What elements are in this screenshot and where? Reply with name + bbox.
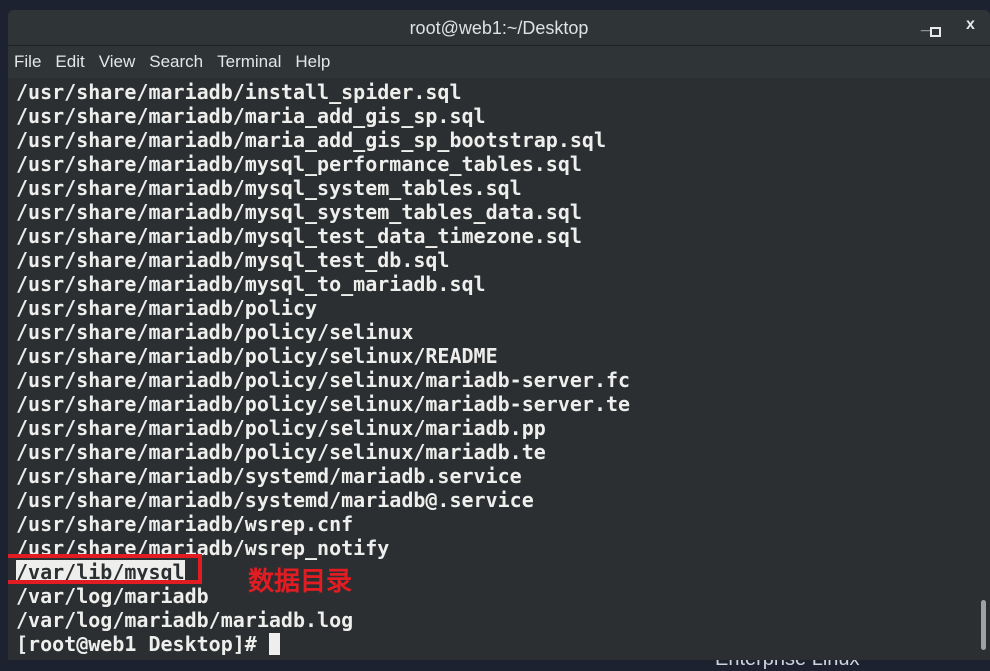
line-text: /usr/share/mariadb/wsrep.cnf xyxy=(16,512,354,536)
menu-help[interactable]: Help xyxy=(295,52,330,72)
close-button[interactable]: x xyxy=(966,16,975,34)
menu-edit[interactable]: Edit xyxy=(55,52,84,72)
menu-search[interactable]: Search xyxy=(149,52,203,72)
line-text: /usr/share/mariadb/policy/selinux/README xyxy=(16,344,498,368)
line-text: /usr/share/mariadb/mysql_system_tables_d… xyxy=(16,200,582,224)
line-text: /usr/share/mariadb/systemd/mariadb@.serv… xyxy=(16,488,534,512)
terminal-line: /usr/share/mariadb/policy/selinux/README xyxy=(16,344,630,368)
line-text: /usr/share/mariadb/policy xyxy=(16,296,318,320)
annotation-label: 数据目录 xyxy=(248,567,353,597)
terminal-line: /usr/share/mariadb/policy/selinux/mariad… xyxy=(16,440,630,464)
terminal-line: /usr/share/mariadb/mysql_test_db.sql xyxy=(16,248,630,272)
maximize-button[interactable] xyxy=(930,27,941,37)
window-title: root@web1:~/Desktop xyxy=(409,18,589,38)
line-text: /usr/share/mariadb/mysql_performance_tab… xyxy=(16,152,582,176)
terminal-line: /var/log/mariadb/mariadb.log xyxy=(16,608,630,632)
terminal-line: /usr/share/mariadb/mysql_system_tables.s… xyxy=(16,176,630,200)
line-text: /usr/share/mariadb/policy/selinux/mariad… xyxy=(16,392,631,416)
menu-bar: File Edit View Search Terminal Help xyxy=(8,46,990,78)
line-text: /usr/share/mariadb/policy/selinux/mariad… xyxy=(16,368,631,392)
terminal-line: /usr/share/mariadb/policy/selinux/mariad… xyxy=(16,368,630,392)
terminal-line: [root@web1 Desktop]# xyxy=(16,632,630,656)
terminal-line: /usr/share/mariadb/mysql_performance_tab… xyxy=(16,152,630,176)
title-bar: root@web1:~/Desktop _ x xyxy=(8,10,990,46)
terminal-line: /usr/share/mariadb/policy/selinux/mariad… xyxy=(16,416,630,440)
line-text: /usr/share/mariadb/policy/selinux/mariad… xyxy=(16,440,546,464)
terminal-window: root@web1:~/Desktop _ x File Edit View S… xyxy=(8,10,990,660)
line-text: /var/log/mariadb/mariadb.log xyxy=(16,608,354,632)
terminal-line: /usr/share/mariadb/maria_add_gis_sp_boot… xyxy=(16,128,630,152)
scrollbar-thumb[interactable] xyxy=(981,600,986,650)
minimize-button[interactable]: _ xyxy=(921,16,930,34)
text-cursor xyxy=(268,633,280,655)
line-text: /usr/share/mariadb/maria_add_gis_sp_boot… xyxy=(16,128,607,152)
terminal-output[interactable]: /usr/share/mariadb/install_spider.sql/us… xyxy=(8,79,978,660)
line-text: /usr/share/mariadb/mysql_test_data_timez… xyxy=(16,224,582,248)
menu-terminal[interactable]: Terminal xyxy=(217,52,281,72)
terminal-line: /usr/share/mariadb/mysql_to_mariadb.sql xyxy=(16,272,630,296)
terminal-line: /usr/share/mariadb/systemd/mariadb.servi… xyxy=(16,464,630,488)
scrollbar[interactable] xyxy=(978,79,990,660)
terminal-line: /usr/share/mariadb/maria_add_gis_sp.sql xyxy=(16,104,630,128)
line-text: /usr/share/mariadb/policy/selinux/mariad… xyxy=(16,416,546,440)
terminal-line: /usr/share/mariadb/policy/selinux/mariad… xyxy=(16,392,630,416)
terminal-line: /usr/share/mariadb/policy xyxy=(16,296,630,320)
terminal-line: /usr/share/mariadb/mysql_test_data_timez… xyxy=(16,224,630,248)
line-text: /usr/share/mariadb/maria_add_gis_sp.sql xyxy=(16,104,486,128)
annotation-highlight-box xyxy=(8,554,202,584)
terminal-line: /usr/share/mariadb/wsrep.cnf xyxy=(16,512,630,536)
line-text: /usr/share/mariadb/mysql_to_mariadb.sql xyxy=(16,272,486,296)
terminal-line: /usr/share/mariadb/mysql_system_tables_d… xyxy=(16,200,630,224)
line-text: /var/log/mariadb xyxy=(16,584,209,608)
terminal-line: /usr/share/mariadb/systemd/mariadb@.serv… xyxy=(16,488,630,512)
terminal-line: /usr/share/mariadb/install_spider.sql xyxy=(16,80,630,104)
shell-prompt: [root@web1 Desktop]# xyxy=(16,632,257,656)
terminal-line: /usr/share/mariadb/policy/selinux xyxy=(16,320,630,344)
line-text: /usr/share/mariadb/mysql_test_db.sql xyxy=(16,248,450,272)
menu-view[interactable]: View xyxy=(99,52,136,72)
line-text: /usr/share/mariadb/systemd/mariadb.servi… xyxy=(16,464,522,488)
menu-file[interactable]: File xyxy=(14,52,41,72)
line-text: /usr/share/mariadb/policy/selinux xyxy=(16,320,414,344)
line-text: /usr/share/mariadb/install_spider.sql xyxy=(16,80,462,104)
line-text: /usr/share/mariadb/mysql_system_tables.s… xyxy=(16,176,522,200)
